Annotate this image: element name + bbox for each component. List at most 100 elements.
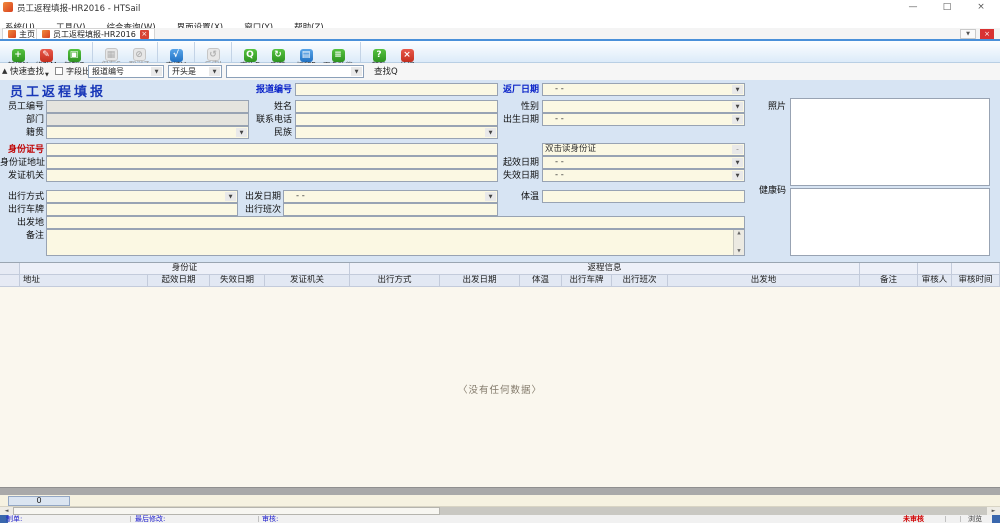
chevron-down-icon[interactable]: ▼ xyxy=(732,115,743,124)
shift-label: 出行班次 xyxy=(229,204,281,216)
collapse-panel-icon[interactable]: ▲ xyxy=(2,65,7,77)
scroll-left-icon[interactable]: ◄ xyxy=(0,507,13,515)
report-no-field[interactable] xyxy=(295,83,498,96)
valid-to-picker[interactable]: - - ▼ xyxy=(542,169,745,182)
scroll-right-icon[interactable]: ► xyxy=(987,507,1000,515)
shift-field[interactable] xyxy=(283,203,498,216)
toolbar-separator xyxy=(194,42,195,62)
column-header-address[interactable]: 地址 xyxy=(20,275,148,287)
search-operator-select[interactable]: 开头是 ▼ xyxy=(168,65,222,78)
id-addr-label: 身份证地址 xyxy=(0,157,44,169)
column-header-audit-time[interactable]: 审核时间 xyxy=(952,275,1000,287)
column-header-valid-to[interactable]: 失效日期 xyxy=(210,275,265,287)
record-count-row: 0 xyxy=(0,495,1000,507)
status-mode: 浏览 xyxy=(968,515,982,523)
search-field-select[interactable]: 报道编号 ▼ xyxy=(88,65,164,78)
quick-search-label[interactable]: 快速查找 xyxy=(10,66,44,78)
chevron-down-icon[interactable]: ▼ xyxy=(151,67,162,76)
chevron-down-icon[interactable]: ▼ xyxy=(351,67,362,76)
depart-date-picker[interactable]: - - ▼ xyxy=(283,190,498,203)
records-grid: 身份证 返程信息 地址 起效日期 失效日期 发证机关 出行方式 出发日期 体温 … xyxy=(0,262,1000,487)
column-header-valid-from[interactable]: 起效日期 xyxy=(148,275,210,287)
column-header-remark[interactable]: 备注 xyxy=(860,275,918,287)
home-tab-label: 主页 xyxy=(19,29,35,40)
emp-no-field xyxy=(46,100,249,113)
tab-close-icon[interactable]: × xyxy=(140,30,149,39)
title-bar: 员工返程填报-HR2016 - HTSail — □ × xyxy=(0,0,1000,15)
remark-scrollbar[interactable]: ▲ ▼ xyxy=(733,230,744,255)
column-header-auditor[interactable]: 审核人 xyxy=(918,275,952,287)
column-header-temperature[interactable]: 体温 xyxy=(520,275,562,287)
ethnic-select[interactable]: ▼ xyxy=(295,126,498,139)
photo-box xyxy=(790,98,990,186)
minimize-button[interactable]: — xyxy=(898,0,928,15)
chevron-down-icon[interactable]: ▼ xyxy=(209,67,220,76)
tab-list-dropdown-icon[interactable]: ▼ xyxy=(960,29,976,39)
menu-bar: 系统(U) 工具(V) 综合查询(W) 界面设置(X) 窗口(Y) 帮助(Z) xyxy=(0,15,1000,28)
travel-mode-select[interactable]: ▼ xyxy=(46,190,238,203)
tab-return-filing[interactable]: 员工返程填报-HR2016 × xyxy=(36,28,155,39)
return-date-picker[interactable]: - - ▼ xyxy=(542,83,745,96)
return-filing-form: 员工返程填报 报道编号 返厂日期 - - ▼ 员工编号 姓名 性别 ▼ 照片 部… xyxy=(0,80,1000,262)
status-separator xyxy=(130,516,131,522)
birth-date-picker[interactable]: - - ▼ xyxy=(542,113,745,126)
plate-field[interactable] xyxy=(46,203,238,216)
native-place-select[interactable]: ▼ xyxy=(46,126,249,139)
return-date-label: 返厂日期 xyxy=(480,84,539,96)
health-code-label: 健康码 xyxy=(752,185,786,197)
close-button[interactable]: × xyxy=(966,0,996,15)
status-corner-right xyxy=(992,515,1000,523)
splitter-bar[interactable] xyxy=(0,487,1000,495)
depart-date-label: 出发日期 xyxy=(229,191,281,203)
column-header-depart-place[interactable]: 出发地 xyxy=(668,275,860,287)
name-field[interactable] xyxy=(295,100,498,113)
chevron-down-icon[interactable]: ▼ xyxy=(732,85,743,94)
native-place-label: 籍贯 xyxy=(0,127,44,139)
id-addr-field[interactable] xyxy=(46,156,498,169)
grid-corner-cell xyxy=(0,263,20,275)
status-audit: 审核: xyxy=(262,515,278,523)
valid-from-picker[interactable]: - - ▼ xyxy=(542,156,745,169)
tabbar-close-icon[interactable]: × xyxy=(980,29,994,39)
scrollbar-thumb[interactable] xyxy=(13,507,440,515)
group-header-empty xyxy=(952,263,1000,275)
temperature-field[interactable] xyxy=(542,190,745,203)
maximize-button[interactable]: □ xyxy=(932,0,962,15)
status-last-modified: 最后修改: xyxy=(135,515,165,523)
status-bar: 制单: 最后修改: 审核: 未审核 浏览 xyxy=(0,515,1000,523)
status-separator xyxy=(258,516,259,522)
chevron-down-icon[interactable]: ▼ xyxy=(485,128,496,137)
emp-no-label: 员工编号 xyxy=(0,101,44,113)
form-title: 员工返程填报 xyxy=(10,81,106,100)
search-button[interactable]: 查找Q xyxy=(374,66,398,78)
phone-label: 联系电话 xyxy=(240,114,292,126)
id-no-field[interactable] xyxy=(46,143,498,156)
return-tab-icon xyxy=(42,30,50,38)
issue-org-field[interactable] xyxy=(46,169,498,182)
depart-place-field[interactable] xyxy=(46,216,745,229)
grid-column-header-row: 地址 起效日期 失效日期 发证机关 出行方式 出发日期 体温 出行车牌 出行班次… xyxy=(0,275,1000,287)
group-header-empty xyxy=(918,263,952,275)
field-compare-checkbox[interactable] xyxy=(55,67,63,75)
column-header-travel-mode[interactable]: 出行方式 xyxy=(350,275,440,287)
collapse-icon[interactable]: – xyxy=(732,145,743,154)
chevron-down-icon[interactable]: ▼ xyxy=(732,171,743,180)
column-header-shift[interactable]: 出行班次 xyxy=(612,275,668,287)
valid-to-label: 失效日期 xyxy=(480,170,539,182)
scroll-up-icon[interactable]: ▲ xyxy=(734,230,744,237)
horizontal-scrollbar[interactable]: ◄ ► xyxy=(0,507,1000,515)
search-value-input[interactable]: ▼ xyxy=(226,65,364,78)
chevron-down-icon[interactable]: ▼ xyxy=(732,102,743,111)
read-id-select[interactable]: 双击读身份证 – xyxy=(542,143,745,156)
column-header-plate[interactable]: 出行车牌 xyxy=(562,275,612,287)
gender-select[interactable]: ▼ xyxy=(542,100,745,113)
toolbar-separator xyxy=(360,42,361,62)
column-header-issue-org[interactable]: 发证机关 xyxy=(265,275,350,287)
chevron-down-icon[interactable]: ▼ xyxy=(732,158,743,167)
remark-textarea[interactable]: ▲ ▼ xyxy=(46,229,745,256)
window-title: 员工返程填报-HR2016 - HTSail xyxy=(17,2,140,14)
status-maker: 制单: xyxy=(6,515,22,523)
column-header-depart-date[interactable]: 出发日期 xyxy=(440,275,520,287)
scroll-down-icon[interactable]: ▼ xyxy=(734,248,744,255)
phone-field[interactable] xyxy=(295,113,498,126)
